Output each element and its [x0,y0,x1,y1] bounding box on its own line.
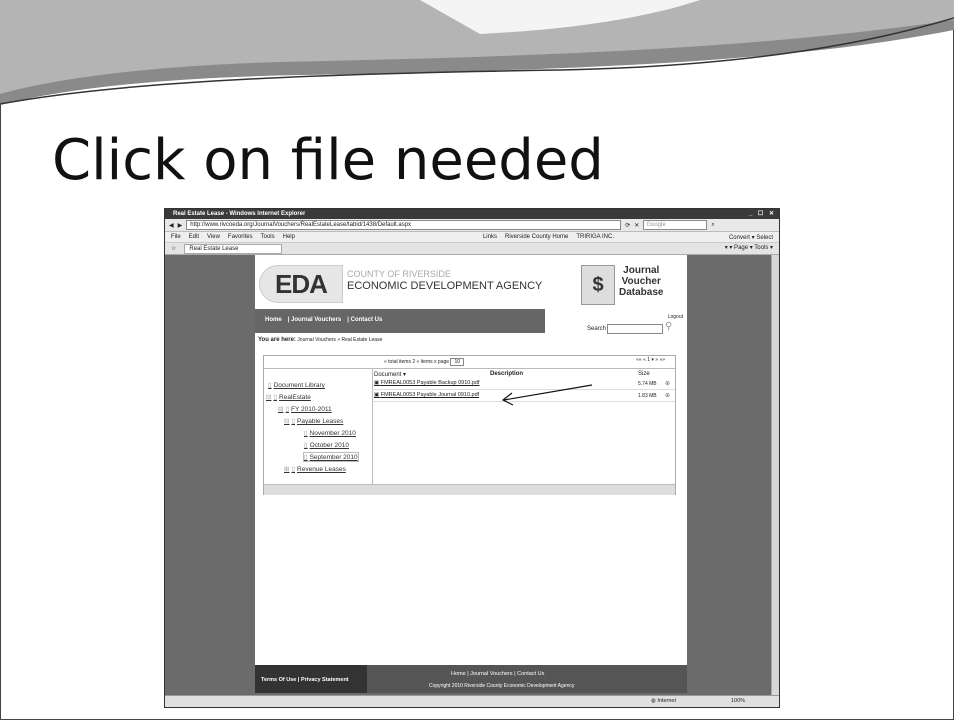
column-description: Description [490,371,524,377]
tree-item-revenue-leases[interactable]: ⊞ ▯ Revenue Leases [284,465,346,473]
collapse-icon: ⊟ [266,394,272,401]
site-search-label: Search [587,326,607,332]
footer-nav[interactable]: Home | Journal Vouchers | Contact Us [451,671,544,677]
window-title: Real Estate Lease - Windows Internet Exp… [173,211,306,217]
stop-icon[interactable]: ✕ [634,222,639,229]
browser-screenshot: Real Estate Lease - Windows Internet Exp… [164,208,780,708]
link-riverside-county-home[interactable]: Riverside County Home [505,234,568,240]
security-zone: ◍ Internet [651,698,676,704]
folder-icon: ▯ [285,406,290,413]
column-size: Size [638,371,650,377]
slide-title: Click on file needed [52,128,604,193]
collapse-icon: ⊟ [278,406,284,413]
footer-terms-privacy[interactable]: Terms Of Use | Privacy Statement [261,677,349,683]
agency-name: ECONOMIC DEVELOPMENT AGENCY [347,280,543,292]
nav-journal-vouchers[interactable]: Journal Vouchers [291,317,341,323]
back-icon[interactable]: ◀ [169,222,174,229]
tree-item-payable-leases[interactable]: ⊟ ▯ Payable Leases [284,417,343,425]
pdf-link[interactable]: ▣ FMREAL0053 Payable Backup 0910.pdf [374,380,480,386]
magnifier-icon[interactable]: ⚲ [665,321,672,332]
breadcrumb-label: You are here: [258,337,296,343]
nav-contact-us[interactable]: Contact Us [351,317,383,323]
items-per-page-select[interactable]: 10 [450,358,464,366]
forward-icon[interactable]: ▶ [178,222,183,229]
folder-icon: ▯ [268,382,272,389]
convert-select-tools[interactable]: Convert ▾ Select [729,234,773,241]
menu-edit[interactable]: Edit [189,234,199,240]
tree-item-realestate[interactable]: ⊟ ▯ RealEstate [266,393,311,401]
folder-icon: ▯ [273,394,278,401]
tree-item-document-library[interactable]: ▯ Document Library [268,381,325,389]
folder-icon: ▯ [304,430,308,437]
refresh-icon[interactable]: ⟳ [625,222,630,229]
file-size: 1.83 MB [638,393,657,399]
eda-logo[interactable]: EDA [259,265,343,303]
address-bar-row: ◀ ▶ http://www.rivcoeda.org/JournalVouch… [165,219,779,232]
tab-bar: ☆ Real Estate Lease ▾ ▾ Page ▾ Tools ▾ [165,243,779,255]
folder-icon: ▯ [291,466,296,473]
site-nav: Home | Journal Vouchers | Contact Us Logou… [255,309,687,334]
menu-bar: File Edit View Favorites Tools Help Link… [165,232,779,243]
command-bar[interactable]: ▾ ▾ Page ▾ Tools ▾ [725,244,773,251]
favorites-star-icon[interactable]: ☆ [171,245,176,252]
expand-icon: ⊞ [284,466,290,473]
download-icon[interactable]: ⊕ [665,392,670,399]
tree-item-october-2010[interactable]: ▯ October 2010 [304,441,349,449]
agency-county: COUNTY OF RIVERSIDE [347,269,451,279]
folder-icon: ▯ [304,454,308,461]
slide-header-swoosh [0,0,954,105]
breadcrumb-path[interactable]: Journal Vouchers » Real Estate Lease [297,337,382,343]
table-row[interactable]: ▣ FMREAL0053 Payable Backup 0910.pdf 5.7… [372,379,675,390]
menu-tools[interactable]: Tools [261,234,275,240]
browser-search-input[interactable]: Google [643,220,708,230]
globe-icon: ◍ [651,698,656,704]
menu-file[interactable]: File [171,234,181,240]
tree-item-november-2010[interactable]: ▯ November 2010 [304,429,356,437]
tree-item-fy-2010-2011[interactable]: ⊟ ▯ FY 2010-2011 [278,405,332,413]
table-row[interactable]: ▣ FMREAL0053 Payable Journal 0910.pdf 1.… [372,391,675,402]
search-icon[interactable]: ⌕ [711,222,714,229]
link-tririga[interactable]: TRIRIGA INC. [576,234,614,240]
pager: « total items 2 « items x page 10 «« « 1… [264,356,675,367]
window-controls[interactable]: _ ☐ ✕ [749,209,776,219]
site-header: EDA COUNTY OF RIVERSIDE ECONOMIC DEVELOP… [255,255,687,309]
web-page: EDA COUNTY OF RIVERSIDE ECONOMIC DEVELOP… [255,255,687,685]
menu-help[interactable]: Help [283,234,295,240]
pager-nav[interactable]: «« « 1 ▾ » »» [636,357,665,363]
column-document[interactable]: Document ▾ [374,371,406,378]
pdf-icon: ▣ [374,380,380,386]
jv-database-title: Journal Voucher Database [619,265,664,298]
address-bar[interactable]: http://www.rivcoeda.org/JournalVouchers/… [186,220,622,230]
tree-item-september-2010[interactable]: ▯ September 2010 [303,452,359,462]
status-bar: ◍ Internet 100% [165,695,779,707]
copyright: Copyright 2010 Riverside County Economic… [429,683,575,689]
panel-footer [264,484,675,495]
folder-icon: ▯ [291,418,296,425]
collapse-icon: ⊟ [284,418,290,425]
site-footer: Terms Of Use | Privacy Statement Home | … [255,665,687,693]
pager-info: « total items 2 « items x page 10 [384,358,464,366]
document-grid: Document ▾ Description Size ▣ FMREAL0053… [372,368,675,485]
menu-view[interactable]: View [207,234,220,240]
dollar-document-icon: $ [581,265,615,305]
links-label: Links [482,234,497,240]
document-panel: « total items 2 « items x page 10 «« « 1… [263,355,676,495]
file-size: 5.74 MB [638,381,657,387]
download-icon[interactable]: ⊕ [665,380,670,387]
logout-link[interactable]: Logout [668,314,683,320]
pdf-icon: ▣ [374,392,380,398]
window-title-bar: Real Estate Lease - Windows Internet Exp… [165,209,779,219]
folder-tree: ▯ Document Library ⊟ ▯ RealEstate ⊟ ▯ FY 2010… [264,368,373,485]
site-search-input[interactable] [607,324,663,334]
folder-icon: ▯ [304,442,308,449]
pdf-link[interactable]: ▣ FMREAL0053 Payable Journal 0910.pdf [374,392,479,398]
vertical-scrollbar[interactable] [771,255,779,695]
menu-favorites[interactable]: Favorites [228,234,253,240]
zoom-level[interactable]: 100% [731,698,745,704]
breadcrumb: You are here: Journal Vouchers » Real Es… [255,333,687,347]
tab-real-estate-lease[interactable]: Real Estate Lease [184,243,283,254]
nav-home[interactable]: Home [265,317,282,323]
